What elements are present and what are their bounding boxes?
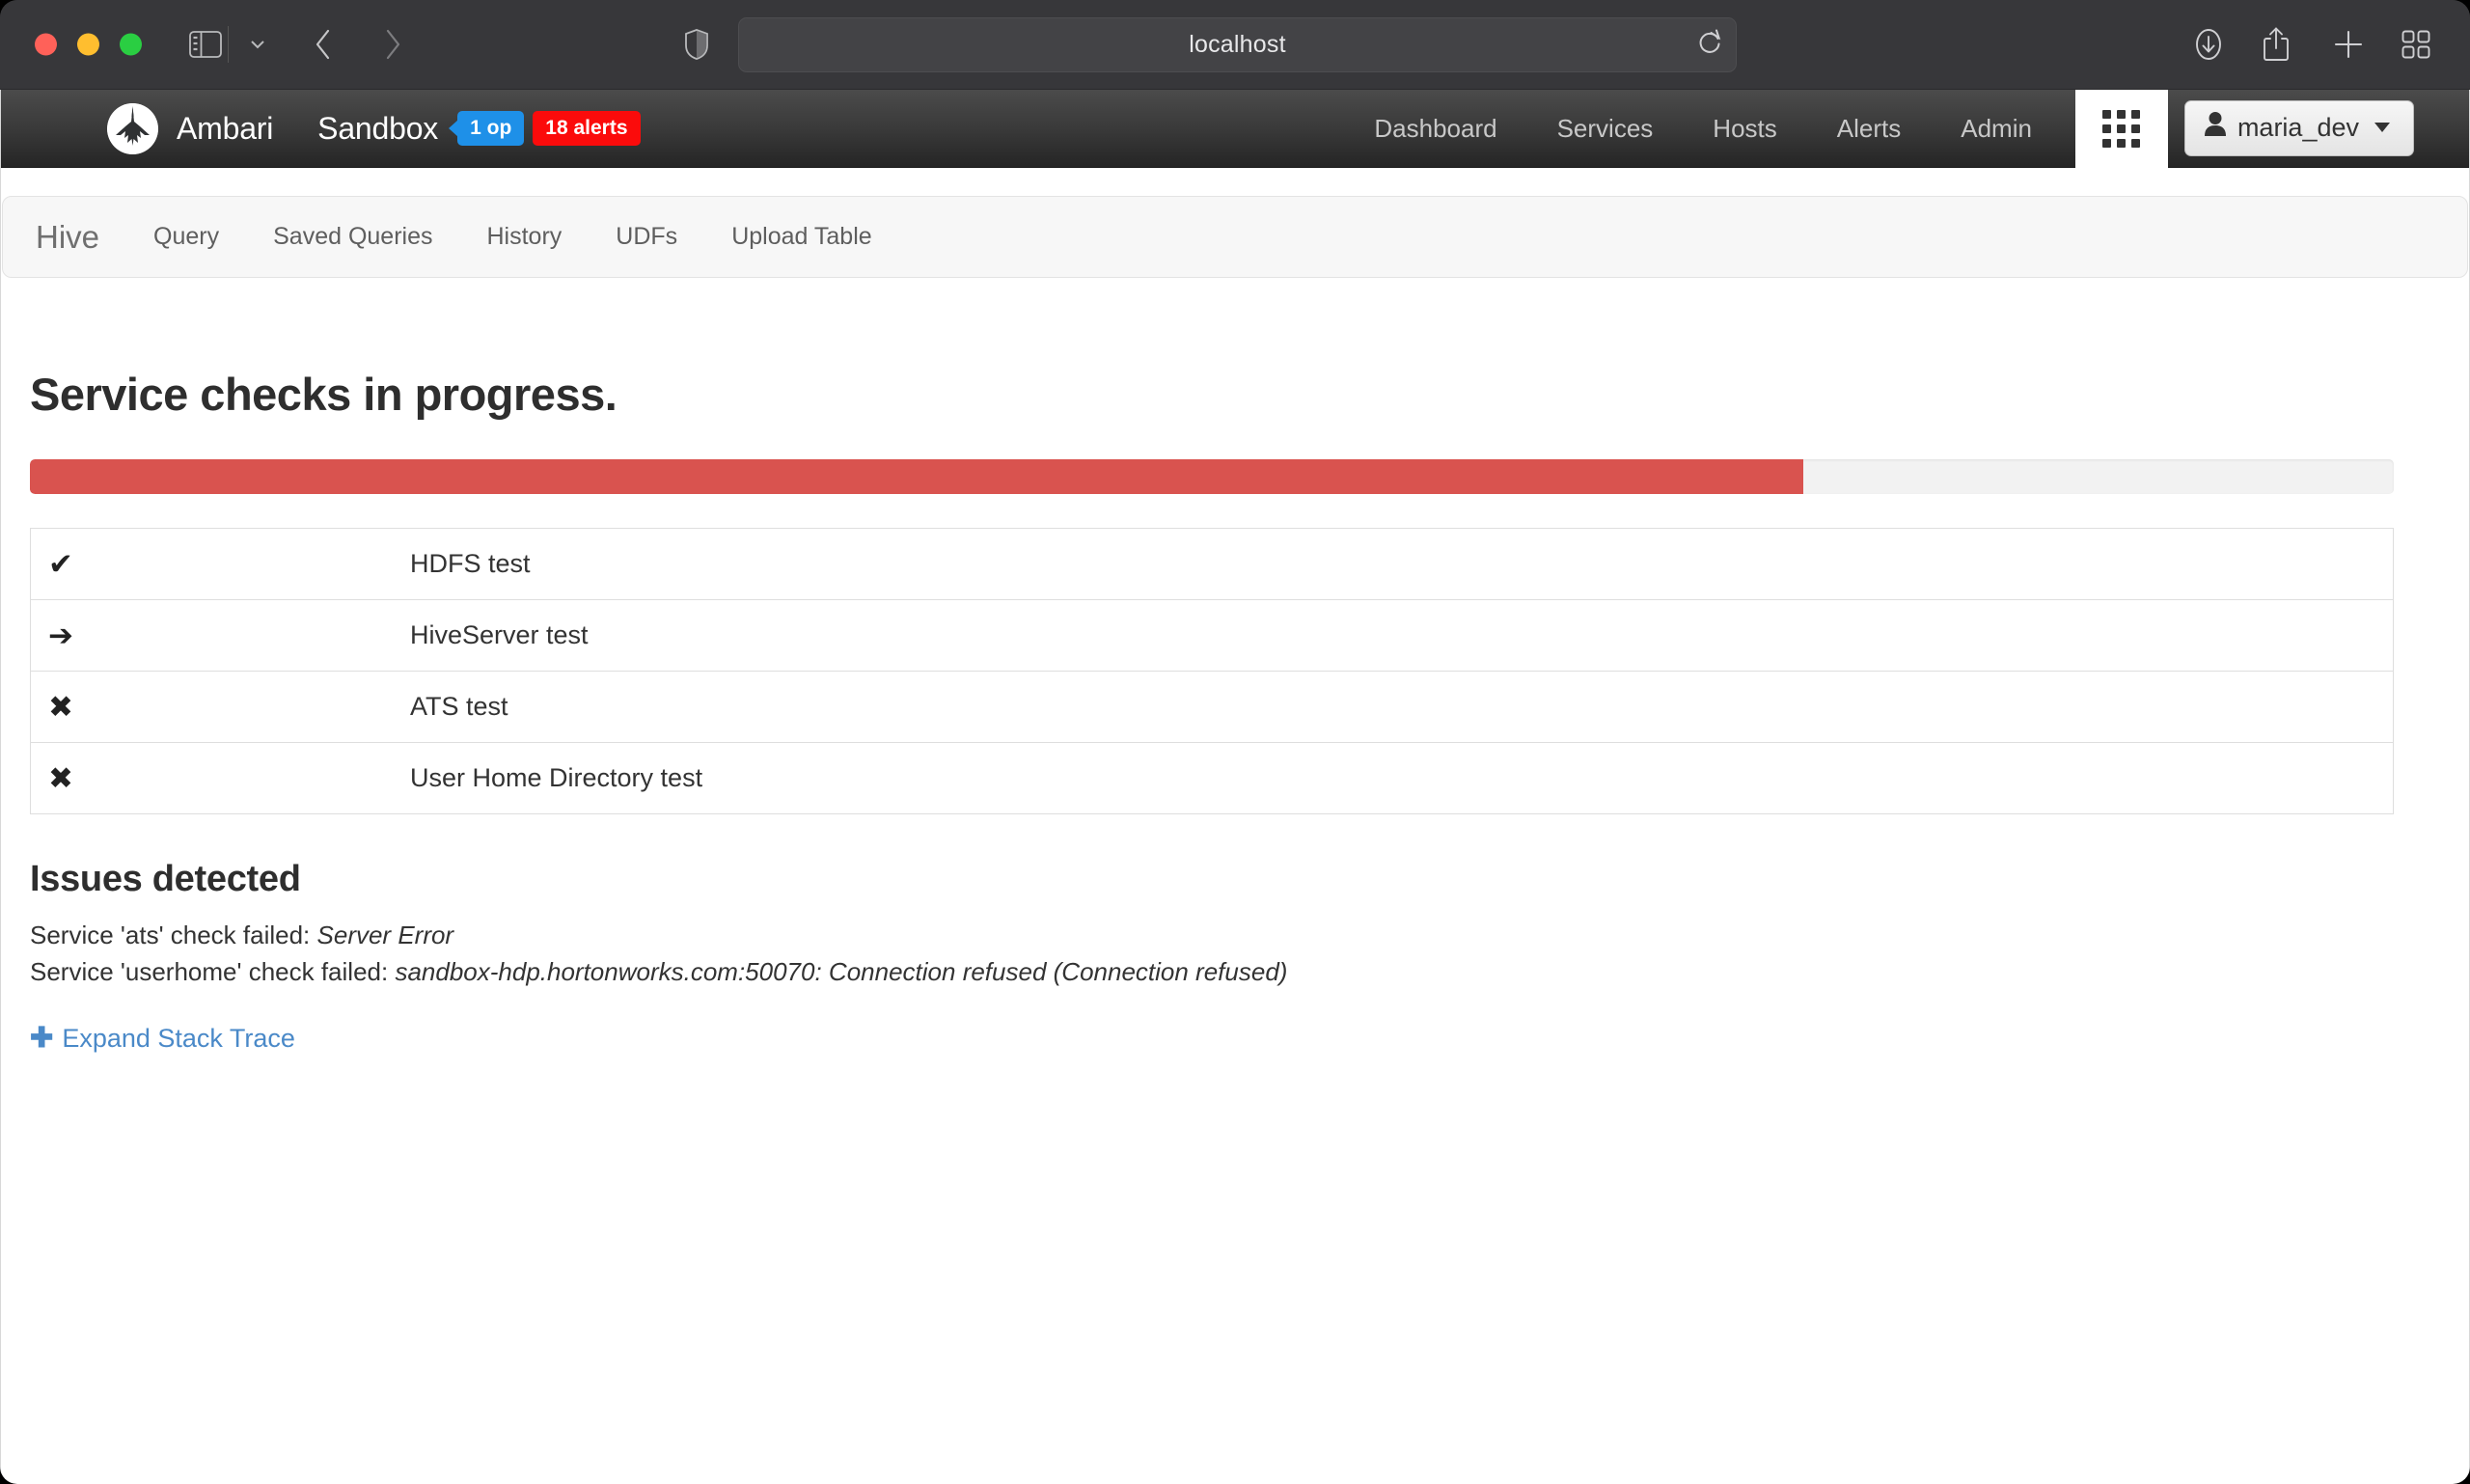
nav-item-admin[interactable]: Admin [1931,90,2062,168]
chevron-down-icon[interactable] [249,39,266,50]
issue-detail: Server Error [317,921,454,949]
tab-upload-table[interactable]: Upload Table [704,223,898,251]
nav-item-dashboard[interactable]: Dashboard [1344,90,1526,168]
issue-detail: sandbox-hdp.hortonworks.com:50070: Conne… [395,957,1287,986]
plus-icon: ✚ [30,1025,53,1053]
tab-history[interactable]: History [460,223,590,251]
table-row: ✖ User Home Directory test [31,743,2393,814]
check-label: User Home Directory test [410,763,702,793]
tab-query[interactable]: Query [126,223,246,251]
cluster-info: Sandbox 1 op 18 alerts [317,111,640,147]
user-name-label: maria_dev [2237,113,2359,143]
cross-icon: ✖ [48,692,85,722]
arrow-right-icon: ➔ [48,620,85,650]
plus-icon[interactable] [2333,29,2364,60]
tab-saved-queries[interactable]: Saved Queries [246,223,459,251]
close-window-button[interactable] [35,34,57,56]
nav-item-hosts[interactable]: Hosts [1683,90,1806,168]
nav-item-alerts[interactable]: Alerts [1807,90,1931,168]
hive-brand-label: Hive [36,219,99,256]
privacy-shield-icon[interactable] [685,29,708,60]
issue-message: Service 'userhome' check failed: sandbox… [30,955,2469,990]
ambari-brand[interactable]: Ambari [107,103,273,154]
window-controls [35,34,142,56]
nav-item-services[interactable]: Services [1527,90,1684,168]
back-chevron-icon[interactable] [314,28,333,61]
hive-nav-links: Query Saved Queries History UDFs Upload … [126,223,899,251]
ambari-logo-icon [107,103,158,154]
grid-icon [2102,110,2140,148]
address-bar[interactable]: localhost [738,17,1737,72]
check-label: HDFS test [410,549,531,579]
maximize-window-button[interactable] [120,34,142,56]
page-content: Ambari Sandbox 1 op 18 alerts Dashboard … [0,90,2470,1484]
tab-overview-icon[interactable] [2401,30,2430,59]
cross-icon: ✖ [48,763,85,793]
share-icon[interactable] [2263,26,2290,63]
check-label: ATS test [410,692,508,722]
table-row: ➔ HiveServer test [31,600,2393,672]
url-text: localhost [1189,31,1285,59]
user-menu-button[interactable]: maria_dev [2184,100,2414,156]
progressbar-fill [30,459,1803,494]
reload-icon[interactable] [1697,29,1722,61]
check-label: HiveServer test [410,620,589,650]
service-checks-table: ✔ HDFS test ➔ HiveServer test ✖ ATS test… [30,528,2394,814]
operations-badge[interactable]: 1 op [457,111,524,146]
issues-title: Issues detected [30,859,2469,900]
toolbar-divider [228,26,229,63]
page-title: Service checks in progress. [30,278,2469,421]
issue-prefix: Service 'ats' check failed: [30,921,317,949]
expand-stack-trace-link[interactable]: ✚ Expand Stack Trace [30,1024,295,1054]
table-row: ✔ HDFS test [31,529,2393,600]
tab-udfs[interactable]: UDFs [589,223,704,251]
browser-toolbar: localhost [0,0,2470,90]
sidebar-icon[interactable] [189,31,222,58]
browser-window: localhost [0,0,2470,1484]
ambari-nav-links: Dashboard Services Hosts Alerts Admin [1344,90,2469,167]
issue-message: Service 'ats' check failed: Server Error [30,919,2469,953]
check-icon: ✔ [48,549,85,579]
expand-stack-trace-label: Expand Stack Trace [62,1024,295,1054]
service-check-progressbar [30,459,2394,494]
minimize-window-button[interactable] [77,34,99,56]
download-icon[interactable] [2192,26,2225,63]
forward-chevron-icon[interactable] [383,28,402,61]
main-content: Service checks in progress. ✔ HDFS test … [1,278,2469,1054]
cluster-name[interactable]: Sandbox [317,111,438,147]
hive-view-navbar: Hive Query Saved Queries History UDFs Up… [2,196,2468,278]
chevron-down-icon [2374,123,2390,132]
alerts-badge[interactable]: 18 alerts [533,111,640,146]
issue-prefix: Service 'userhome' check failed: [30,957,395,986]
views-grid-button[interactable] [2075,90,2168,168]
table-row: ✖ ATS test [31,672,2393,743]
user-icon [2205,112,2226,143]
ambari-navbar: Ambari Sandbox 1 op 18 alerts Dashboard … [1,90,2469,168]
ambari-brand-label: Ambari [177,111,273,147]
